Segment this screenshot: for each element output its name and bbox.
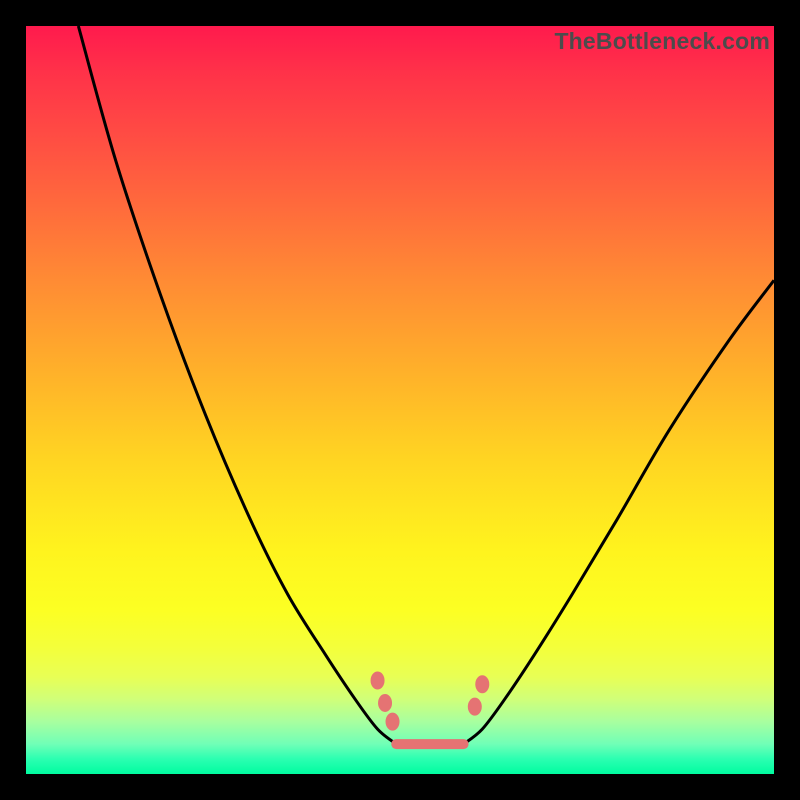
marker-dot-3 bbox=[468, 698, 482, 716]
watermark-text: TheBottleneck.com bbox=[554, 28, 770, 55]
chart-svg bbox=[26, 26, 774, 774]
curve-right bbox=[464, 280, 774, 744]
marker-group bbox=[371, 672, 490, 731]
plot-area bbox=[26, 26, 774, 774]
curve-left bbox=[78, 26, 396, 744]
marker-dot-4 bbox=[475, 675, 489, 693]
marker-dot-2 bbox=[386, 713, 400, 731]
curve-group bbox=[78, 26, 774, 744]
marker-dot-0 bbox=[371, 672, 385, 690]
marker-dot-1 bbox=[378, 694, 392, 712]
chart-frame: TheBottleneck.com bbox=[0, 0, 800, 800]
